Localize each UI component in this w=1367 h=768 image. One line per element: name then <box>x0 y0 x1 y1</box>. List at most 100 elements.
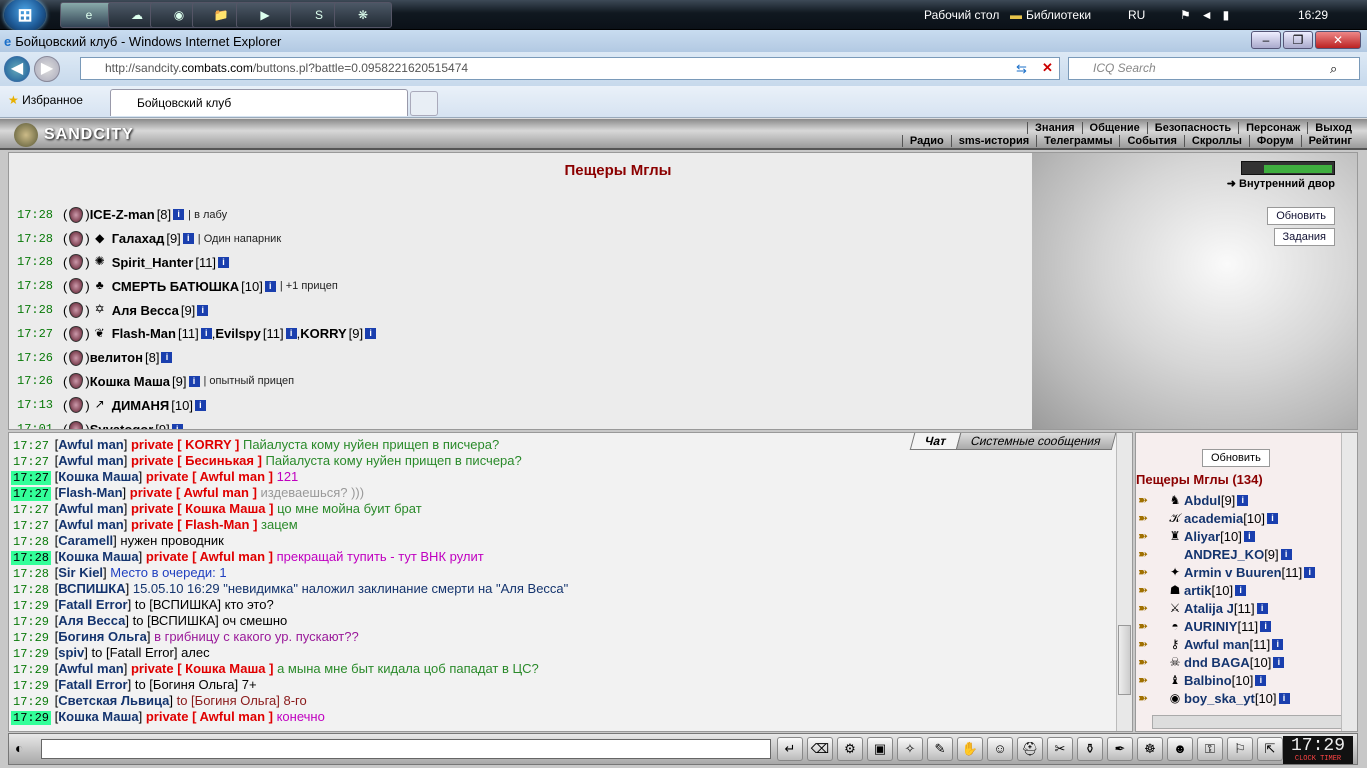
chat-time[interactable]: 17:27 <box>11 503 51 517</box>
info-icon[interactable]: i <box>1243 530 1255 542</box>
online-player[interactable]: ➽ ⚔ Atalija J [11] i <box>1138 599 1342 617</box>
chat-time[interactable]: 17:29 <box>11 695 51 709</box>
refresh-icon[interactable]: ⇆ <box>1016 61 1027 77</box>
private-arrow-icon[interactable]: ➽ <box>1138 583 1166 597</box>
chat-sender[interactable]: spiv <box>58 645 84 660</box>
online-scrollbar[interactable] <box>1341 433 1357 731</box>
join-shield-icon[interactable] <box>69 278 84 295</box>
chat-time[interactable]: 17:29 <box>11 615 51 629</box>
private-tag[interactable]: private [ Awful man ] <box>146 709 273 724</box>
chat-time[interactable]: 17:29 <box>11 679 51 693</box>
info-icon[interactable]: i <box>1280 548 1292 560</box>
private-arrow-icon[interactable]: ➽ <box>1138 511 1166 525</box>
menu-exit[interactable]: Выход <box>1307 122 1359 134</box>
party-row[interactable]: 17:28() ICE-Z-man [8] i | в лабу <box>17 203 717 227</box>
private-tag[interactable]: private [ Кошка Маша ] <box>131 501 273 516</box>
party-row[interactable]: 17:28() ◆ Галахад [9] i | Один напарник <box>17 227 717 251</box>
chat-sender[interactable]: Awful man <box>58 453 124 468</box>
menu-telegrams[interactable]: Телеграммы <box>1036 135 1119 147</box>
player-name[interactable]: KORRY <box>300 326 346 341</box>
info-icon[interactable]: i <box>1304 566 1316 578</box>
speaker-icon[interactable]: ◐ <box>15 740 23 756</box>
chat-sender[interactable]: Кошка Маша <box>58 469 138 484</box>
online-player-name[interactable]: Abdul <box>1184 493 1221 508</box>
chat-sender[interactable]: Awful man <box>58 517 124 532</box>
chat-time[interactable]: 17:27 <box>11 487 52 501</box>
minimize-button[interactable]: – <box>1251 31 1281 49</box>
online-player-name[interactable]: AURINIY <box>1184 619 1237 634</box>
chat-time[interactable]: 17:29 <box>11 647 51 661</box>
info-icon[interactable]: i <box>182 233 194 245</box>
online-player[interactable]: ➽ ⚷ Awful man [11] i <box>1138 635 1342 653</box>
player-name[interactable]: Evilspy <box>215 326 261 341</box>
private-tag[interactable]: private [ Awful man ] <box>146 549 273 564</box>
player-name[interactable]: СМЕРТЬ БАТЮШКА <box>112 279 239 294</box>
lock-icon[interactable]: ⚿ <box>1197 737 1223 761</box>
send-icon[interactable]: ↵ <box>777 737 803 761</box>
save-icon[interactable]: ▣ <box>867 737 893 761</box>
menu-radio[interactable]: Радио <box>901 135 951 147</box>
chat-sender[interactable]: Аля Весса <box>58 613 125 628</box>
party-icon[interactable]: ☸ <box>1137 737 1163 761</box>
start-button[interactable]: ⊞ <box>4 0 46 32</box>
party-row[interactable]: 17:01() Svyatogor [9] i <box>17 417 717 429</box>
info-icon[interactable]: i <box>197 304 209 316</box>
chat-time[interactable]: 17:27 <box>11 471 52 485</box>
tray-clock[interactable]: 16:29 <box>1298 0 1328 30</box>
hand-icon[interactable]: ✋ <box>957 737 983 761</box>
info-icon[interactable]: i <box>1266 512 1278 524</box>
join-shield-icon[interactable] <box>69 397 84 414</box>
flag-game-icon[interactable]: ⚐ <box>1227 737 1253 761</box>
info-icon[interactable]: i <box>1235 584 1247 596</box>
info-icon[interactable]: i <box>200 328 212 340</box>
join-shield-icon[interactable] <box>69 373 84 390</box>
libraries-toolbar[interactable]: ▬ Библиотеки <box>1010 0 1091 30</box>
chat-sender[interactable]: Sir Kiel <box>58 565 103 580</box>
online-player-name[interactable]: artik <box>1184 583 1211 598</box>
chat-time[interactable]: 17:28 <box>11 567 51 581</box>
online-player-name[interactable]: Atalija J <box>1184 601 1234 616</box>
chat-sender[interactable]: Awful man <box>58 501 124 516</box>
taskbar-media[interactable]: ▶ <box>236 2 294 28</box>
info-icon[interactable]: i <box>1256 602 1268 614</box>
online-refresh-button[interactable]: Обновить <box>1202 449 1270 467</box>
chat-sender[interactable]: Awful man <box>58 437 124 452</box>
menu-forum[interactable]: Форум <box>1248 135 1301 147</box>
player-name[interactable]: Svyatogor <box>90 422 154 429</box>
stop-icon[interactable]: ✕ <box>1042 60 1053 76</box>
maximize-button[interactable]: ❐ <box>1283 31 1313 49</box>
chat-time[interactable]: 17:27 <box>11 519 51 533</box>
join-shield-icon[interactable] <box>69 349 84 366</box>
scroll-icon[interactable]: ✒ <box>1107 737 1133 761</box>
player-name[interactable]: велитон <box>90 350 143 365</box>
party-row[interactable]: 17:27() ❦ Flash-Man [11] i, Evilspy [11] i, KO… <box>17 322 717 346</box>
language-indicator[interactable]: RU <box>1128 0 1145 30</box>
browser-tab[interactable]: Бойцовский клуб <box>110 89 408 116</box>
party-row[interactable]: 17:28() ✡ Аля Весса [9] i <box>17 298 717 322</box>
info-icon[interactable]: i <box>1272 638 1284 650</box>
private-arrow-icon[interactable]: ➽ <box>1138 493 1166 507</box>
url-field[interactable]: http://sandcity.combats.com/buttons.pl?b… <box>80 57 1060 80</box>
private-arrow-icon[interactable]: ➽ <box>1138 565 1166 579</box>
filter-icon[interactable]: ⚙ <box>837 737 863 761</box>
player-name[interactable]: Spirit_Hanter <box>112 255 194 270</box>
player-name[interactable]: ДИМАНЯ <box>112 398 170 413</box>
chat-scrollbar[interactable] <box>1116 433 1132 731</box>
private-arrow-icon[interactable]: ➽ <box>1138 673 1166 687</box>
private-tag[interactable]: private [ Кошка Маша ] <box>131 661 273 676</box>
chat-time[interactable]: 17:29 <box>11 711 52 725</box>
bottle-icon[interactable]: ⚱ <box>1077 737 1103 761</box>
private-tag[interactable]: private [ Awful man ] <box>130 485 257 500</box>
walk-icon[interactable]: ✧ <box>897 737 923 761</box>
chat-sender[interactable]: Fatall Error <box>58 677 127 692</box>
info-icon[interactable]: i <box>161 352 173 364</box>
party-row[interactable]: 17:28() ✺ Spirit_Hanter [11] i <box>17 251 717 275</box>
inner-yard-link[interactable]: ➜ Внутренний двор <box>1227 177 1335 190</box>
online-player-name[interactable]: Aliyar <box>1184 529 1220 544</box>
info-icon[interactable]: i <box>1260 620 1272 632</box>
join-shield-icon[interactable] <box>69 302 84 319</box>
online-player[interactable]: ➽ ♝ Balbino [10] i <box>1138 671 1342 689</box>
back-button[interactable]: ◀ <box>4 56 30 82</box>
chat-time[interactable]: 17:28 <box>11 535 51 549</box>
chat-sender[interactable]: Богиня Ольга <box>58 629 147 644</box>
